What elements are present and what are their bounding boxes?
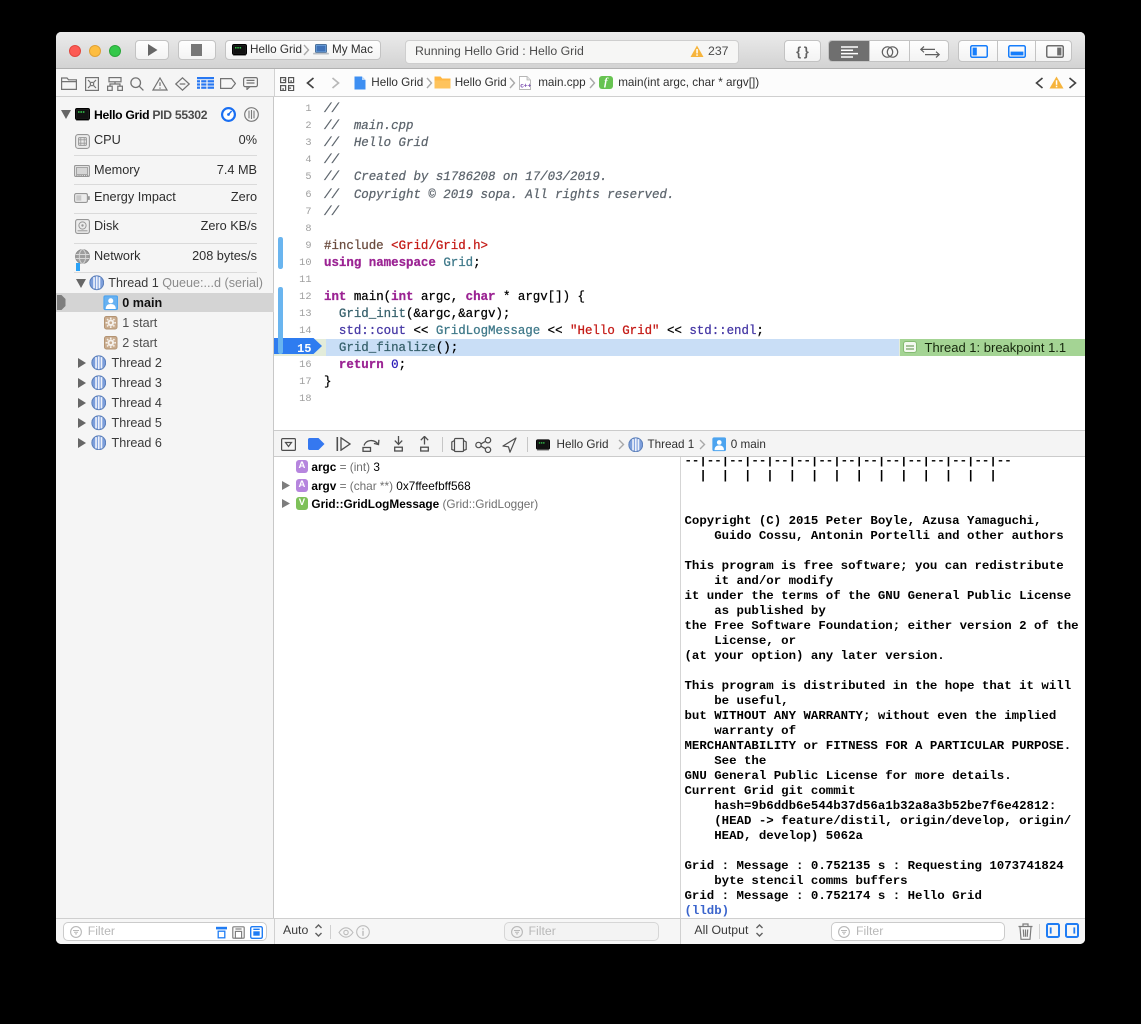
svg-text:c++: c++ <box>521 82 532 89</box>
